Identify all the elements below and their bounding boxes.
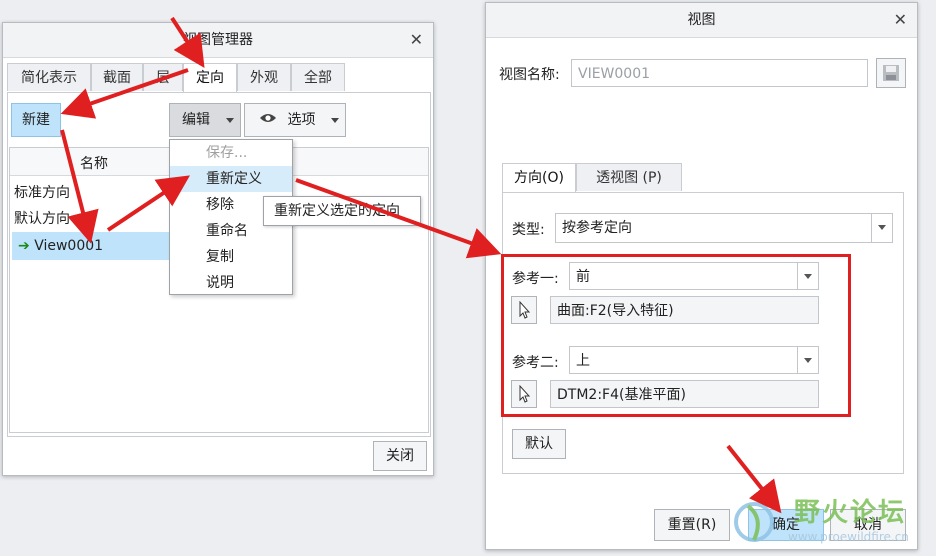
edit-button[interactable]: 编辑 <box>169 103 241 137</box>
list-item-label: View0001 <box>34 238 104 254</box>
eye-icon <box>259 104 277 136</box>
tab-appearance[interactable]: 外观 <box>237 63 291 91</box>
menu-item-description[interactable]: 说明 <box>170 270 292 296</box>
menu-item-save[interactable]: 保存... <box>170 140 292 166</box>
close-icon[interactable]: ✕ <box>894 3 907 37</box>
view-dialog-titlebar[interactable]: 视图 ✕ <box>486 3 917 38</box>
tab-orient[interactable]: 定向 <box>183 63 237 93</box>
view-dialog: 视图 ✕ 视图名称: VIEW0001 方向(O) 透视图 (P) 类型: 按参… <box>485 2 918 550</box>
list-item[interactable]: 默认方向 <box>14 206 70 232</box>
list-item[interactable]: 标准方向 <box>14 180 70 206</box>
tab-section[interactable]: 截面 <box>91 63 143 91</box>
arrow-right-icon: ➔ <box>18 238 30 254</box>
dialog-title: 视图 <box>687 12 716 28</box>
save-icon[interactable] <box>876 58 906 88</box>
highlight-box <box>501 254 851 417</box>
tab-layer[interactable]: 层 <box>143 63 183 91</box>
tab-orientation[interactable]: 方向(O) <box>502 163 576 193</box>
column-header-name: 名称 <box>80 156 108 172</box>
view-name-label: 视图名称: <box>499 67 560 83</box>
edit-button-label: 编辑 <box>182 112 210 128</box>
new-button[interactable]: 新建 <box>11 103 61 137</box>
options-button-label: 选项 <box>287 112 316 128</box>
type-select[interactable]: 按参考定向 <box>555 213 893 243</box>
watermark-url: www.proewildfire.cn <box>788 530 909 544</box>
tab-perspective[interactable]: 透视图 (P) <box>576 163 682 191</box>
watermark-text: 野火论坛 <box>794 498 907 528</box>
chevron-down-icon <box>871 214 892 242</box>
default-button[interactable]: 默认 <box>512 429 566 459</box>
menu-item-redefine[interactable]: 重新定义 <box>170 166 292 192</box>
window-title: 视图管理器 <box>183 32 253 48</box>
type-select-value: 按参考定向 <box>562 220 632 236</box>
logo-icon <box>734 502 774 542</box>
close-button[interactable]: 关闭 <box>373 441 427 471</box>
chevron-down-icon <box>331 118 339 123</box>
menu-item-copy[interactable]: 复制 <box>170 244 292 270</box>
watermark: 野火论坛 www.proewildfire.cn <box>724 490 932 554</box>
tooltip: 重新定义选定的定向 <box>263 196 421 226</box>
tab-all[interactable]: 全部 <box>291 63 345 91</box>
view-manager-tabs: 简化表示 截面 层 定向 外观 全部 <box>7 63 431 93</box>
list-item-selected[interactable]: ➔ View0001 <box>12 232 172 260</box>
close-icon[interactable]: ✕ <box>410 23 423 57</box>
chevron-down-icon <box>226 118 234 123</box>
view-dialog-tabs: 方向(O) 透视图 (P) <box>502 163 902 193</box>
view-manager-titlebar[interactable]: 视图管理器 ✕ <box>3 23 433 58</box>
type-label: 类型: <box>512 222 545 238</box>
tab-simplified-rep[interactable]: 简化表示 <box>7 63 91 91</box>
reset-button[interactable]: 重置(R) <box>654 509 730 541</box>
options-button[interactable]: 选项 <box>244 103 346 137</box>
view-name-input[interactable]: VIEW0001 <box>571 59 868 87</box>
